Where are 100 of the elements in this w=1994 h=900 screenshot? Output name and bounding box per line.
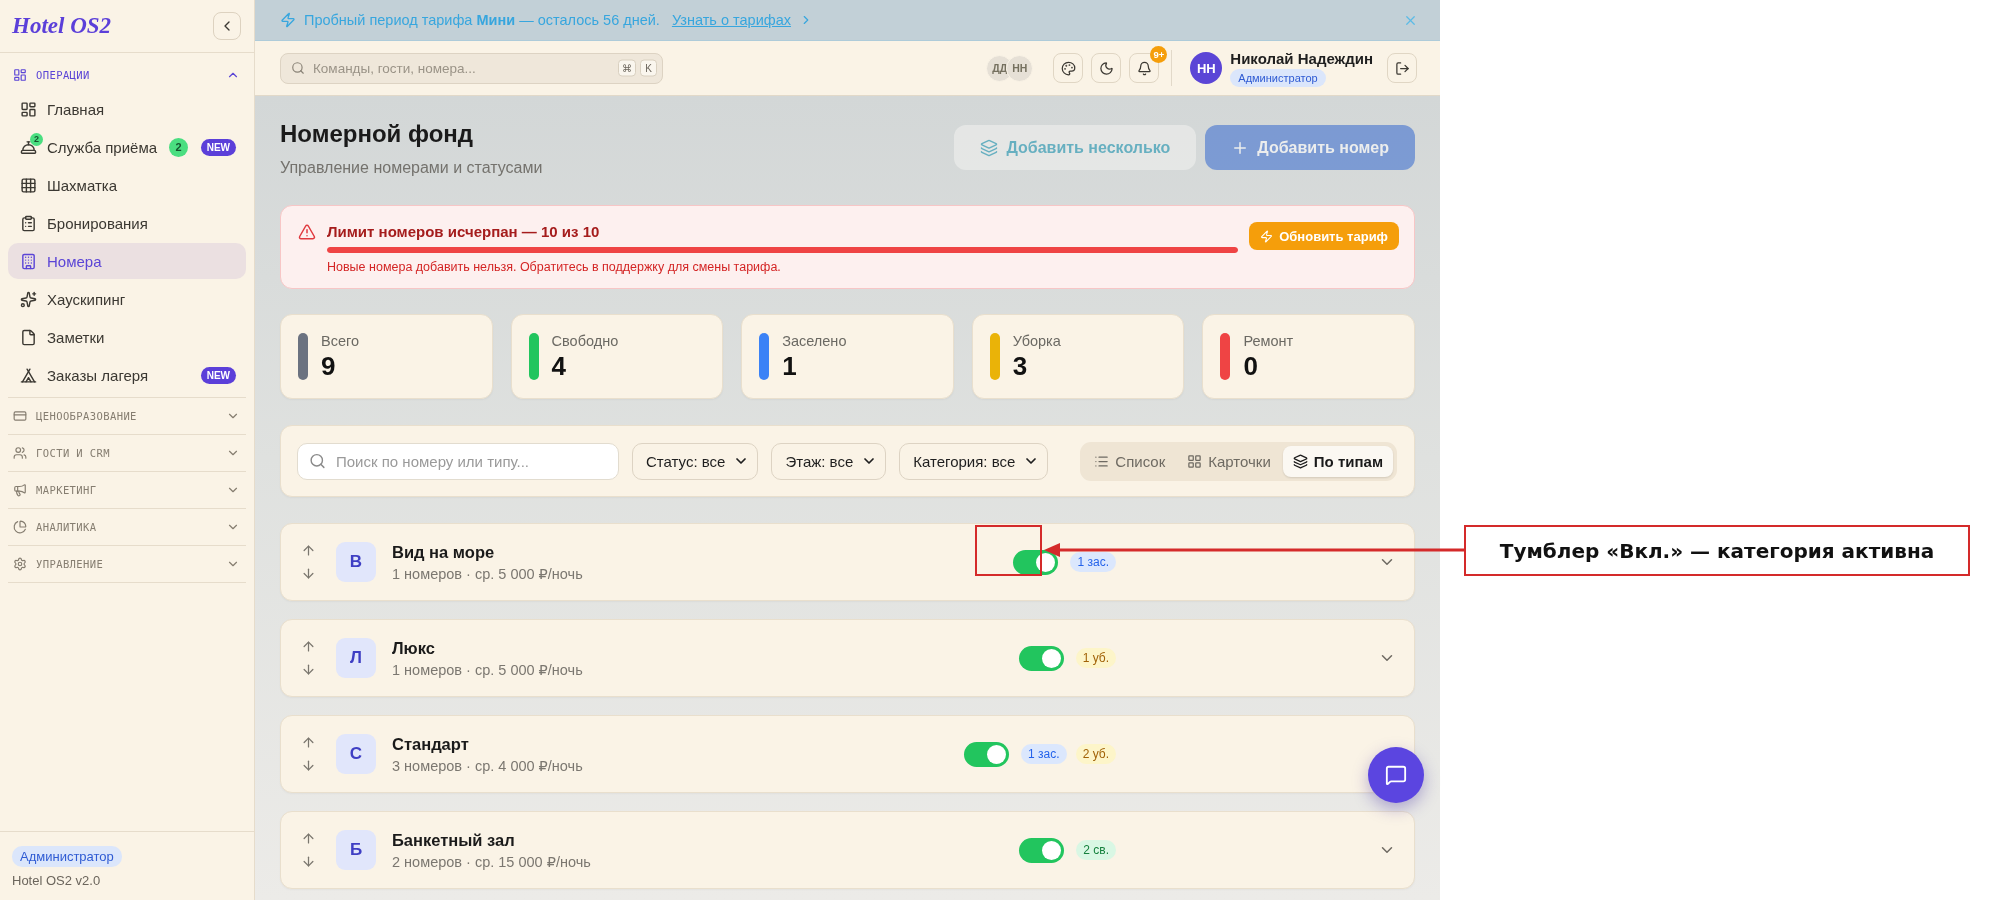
chat-icon — [1385, 764, 1407, 786]
settings-icon — [13, 557, 27, 571]
nav-item[interactable]: Бронирования — [8, 205, 246, 241]
category-name: Банкетный зал — [392, 830, 515, 850]
theme-palette-button[interactable] — [1053, 53, 1084, 83]
stat-label: Свободно — [551, 332, 619, 349]
stat-value: 3 — [1012, 350, 1028, 381]
shortcut-key: ⌘ — [618, 59, 636, 77]
filter-dropdown[interactable]: Статус: все — [632, 442, 759, 480]
user-name: Николай Надеждин — [1230, 49, 1373, 67]
category-name: Стандарт — [392, 734, 469, 754]
nav-section-header[interactable]: ОПЕРАЦИИ — [8, 59, 246, 91]
category-summary: 1 номеров · ср. 5 000 ₽/ночь — [392, 565, 583, 582]
category-summary: 3 номеров · ср. 4 000 ₽/ночь — [392, 757, 583, 774]
status-badge: 1 зас. — [1021, 744, 1067, 764]
stat-label: Уборка — [1012, 332, 1061, 349]
nav-item[interactable]: Главная — [8, 91, 246, 127]
nav-section-header[interactable]: ЦЕНООБРАЗОВАНИЕ — [8, 398, 246, 434]
service-bell-icon — [20, 138, 37, 156]
stat-value: 1 — [782, 350, 797, 381]
count-badge: 2 — [169, 137, 189, 157]
megaphone-icon — [13, 483, 27, 497]
alert-message: Новые номера добавить нельзя. Обратитесь в поддержку для смены тарифа. — [327, 260, 781, 275]
page-title: Номерной фонд — [280, 120, 474, 148]
category-toggle[interactable] — [1019, 837, 1065, 863]
category-avatar: Л — [336, 638, 376, 678]
stat-value: 9 — [321, 350, 336, 381]
nav-item[interactable]: Заказы лагеря NEW — [8, 357, 246, 393]
nav-item[interactable]: Хаускипинг — [8, 281, 246, 317]
nav-section-header[interactable]: УПРАВЛЕНИЕ — [8, 546, 246, 582]
stat-value: 4 — [551, 350, 567, 381]
grid-icon — [20, 176, 37, 194]
tent-icon — [20, 366, 37, 384]
status-badge: 1 зас. — [1070, 552, 1116, 572]
role-badge: Администратор — [12, 846, 122, 867]
nav-section-header[interactable]: ГОСТИ И CRM — [8, 435, 246, 471]
stat-label: Заселено — [782, 332, 847, 349]
view-tab[interactable]: По типам — [1282, 445, 1393, 477]
nav-item[interactable]: Номера — [8, 243, 246, 279]
callout-label: Тумблер «Вкл.» — категория активна — [1464, 525, 1970, 576]
grid-icon — [1187, 453, 1203, 469]
nav-item[interactable]: Заметки — [8, 319, 246, 355]
category-avatar: С — [336, 734, 376, 774]
logout-button[interactable] — [1387, 53, 1417, 83]
nav-section-header[interactable]: МАРКЕТИНГ — [8, 472, 246, 508]
alert-title: Лимит номеров исчерпан — 10 из 10 — [327, 223, 600, 241]
clipboard-icon — [20, 214, 37, 232]
category-name: Люкс — [392, 638, 435, 658]
arrow-down-icon[interactable] — [301, 662, 316, 677]
new-badge: NEW — [200, 138, 236, 156]
warning-icon — [298, 223, 316, 241]
nav-section-header[interactable]: АНАЛИТИКА — [8, 509, 246, 545]
category-toggle[interactable] — [1018, 645, 1064, 671]
new-badge: NEW — [200, 366, 236, 384]
palette-icon — [1060, 60, 1076, 76]
arrow-down-icon[interactable] — [301, 566, 316, 581]
lightning-icon — [280, 12, 296, 28]
category-toggle[interactable] — [964, 741, 1010, 767]
user-avatar: НН — [1190, 52, 1223, 84]
lightning-icon — [1260, 229, 1274, 243]
pie-chart-icon — [13, 520, 27, 534]
nav-item[interactable]: Шахматка — [8, 167, 246, 203]
dark-mode-button[interactable] — [1091, 53, 1122, 83]
view-tab[interactable]: Карточки — [1177, 445, 1281, 477]
arrow-down-icon[interactable] — [301, 854, 316, 869]
users-icon — [13, 446, 27, 460]
trial-message: Пробный период тарифа Мини — осталось 56 дней. — [304, 12, 660, 28]
notification-badge: 9+ — [1150, 46, 1168, 63]
shortcut-key: K — [640, 59, 657, 77]
filter-dropdown[interactable]: Этаж: все — [771, 442, 887, 480]
stat-label: Всего — [321, 332, 360, 349]
arrow-down-icon[interactable] — [301, 758, 316, 773]
bell-icon — [1136, 60, 1152, 76]
search-icon — [309, 452, 326, 470]
file-icon — [20, 328, 37, 346]
moon-icon — [1098, 60, 1114, 76]
logout-icon — [1394, 60, 1410, 76]
stat-label: Ремонт — [1243, 332, 1294, 349]
view-tab[interactable]: Список — [1084, 445, 1176, 477]
app-version: Hotel OS2 v2.0 — [12, 873, 101, 888]
category-summary: 2 номеров · ср. 15 000 ₽/ночь — [392, 853, 591, 870]
category-summary: 1 номеров · ср. 5 000 ₽/ночь — [392, 661, 583, 678]
nav-item[interactable]: 2 Служба приёма 2 NEW — [8, 129, 246, 165]
icon-count-badge: 2 — [30, 132, 43, 146]
user-avatar: НН — [1006, 54, 1034, 82]
app-logo: Hotel OS2 — [12, 13, 112, 39]
category-avatar: В — [336, 542, 376, 582]
room-search-field[interactable]: Поиск по номеру или типу... — [297, 442, 619, 480]
dashboard-icon — [20, 100, 37, 118]
sparkles-icon — [20, 290, 37, 308]
stat-value: 0 — [1243, 350, 1258, 381]
category-avatar: Б — [336, 830, 376, 870]
status-badge: 2 уб. — [1075, 744, 1116, 764]
collapse-sidebar-button[interactable] — [213, 12, 241, 40]
status-badge: 1 уб. — [1075, 648, 1116, 668]
search-icon — [291, 61, 305, 75]
filter-dropdown[interactable]: Категория: все — [899, 442, 1049, 480]
chat-button[interactable] — [1368, 747, 1424, 803]
page-subtitle: Управление номерами и статусами — [280, 158, 543, 178]
layers-icon — [1292, 453, 1308, 469]
